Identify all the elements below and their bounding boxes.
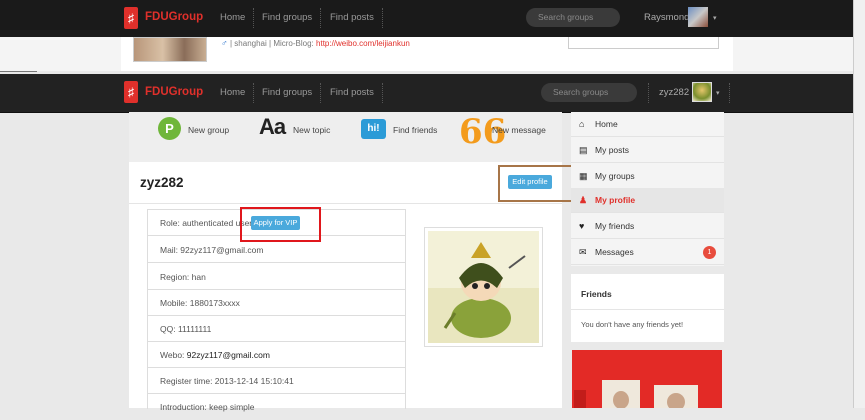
webo-value: 92zyz117@gmail.com (186, 350, 270, 360)
window-edge (853, 0, 865, 408)
divider (571, 309, 724, 310)
character-avatar-image (428, 231, 539, 343)
user-avatar[interactable] (688, 7, 708, 27)
nav-find-groups-link[interactable]: Find groups (262, 87, 312, 98)
annotation-highlight-vip (240, 207, 321, 242)
nav-divider (320, 8, 322, 28)
profile-qq-row: QQ: 11111111 (148, 316, 405, 342)
friends-panel: Friends You don't have any friends yet! (571, 274, 724, 342)
nav-home-link[interactable]: Home (220, 12, 245, 23)
sidebar-item-label: My groups (595, 171, 635, 181)
nav-find-posts-link[interactable]: Find posts (330, 87, 374, 98)
nav-find-posts-link[interactable]: Find posts (330, 12, 374, 23)
sidebar-nav: ⌂ Home ▤ My posts ▦ My groups ♟ My profile ♥… (571, 112, 724, 266)
register-text: Register time: 2013-12-14 15:10:41 (160, 376, 294, 386)
nav-home-link[interactable]: Home (220, 87, 245, 98)
new-topic-link[interactable]: New topic (293, 125, 330, 135)
envelope-icon: ✉ (579, 247, 587, 257)
nav-divider (382, 83, 384, 103)
new-message-link[interactable]: New message (492, 125, 546, 135)
location-text: shanghai (234, 39, 267, 48)
groups-icon: ▦ (579, 171, 588, 181)
sidebar-item-label: Home (595, 119, 618, 129)
microblog-label: Micro-Blog: (273, 39, 314, 48)
profile-username: zyz282 (140, 175, 184, 190)
nav-divider (253, 8, 255, 28)
sidebar-item-my-profile[interactable]: ♟ My profile (571, 188, 724, 213)
profile-register-row: Register time: 2013-12-14 15:10:41 (148, 368, 405, 394)
new-group-link[interactable]: New group (188, 125, 229, 135)
posts-icon: ▤ (579, 145, 588, 155)
profile-photo (424, 227, 543, 347)
profile-mobile-row: Mobile: 1880173xxxx (148, 290, 405, 316)
heart-icon: ♥ (579, 221, 585, 231)
sidebar-item-home[interactable]: ⌂ Home (571, 112, 724, 137)
find-friends-icon[interactable]: hi! (361, 119, 386, 139)
sidebar-item-label: My posts (595, 145, 630, 155)
background-input-box (568, 37, 719, 49)
chevron-down-icon[interactable]: ▾ (713, 14, 717, 22)
nav-divider (320, 83, 322, 103)
search-input[interactable]: Search groups (526, 8, 620, 27)
introduction-text: Introduction: keep simple (160, 402, 255, 412)
webo-label: Webo: (160, 350, 187, 360)
divider-line (0, 71, 37, 72)
region-text: Region: han (160, 272, 206, 282)
nav-username[interactable]: Raysmond (644, 12, 689, 23)
logo-icon[interactable]: ♯ (124, 7, 138, 29)
photo-image (572, 350, 722, 408)
separator: | (229, 39, 233, 48)
nav-divider (253, 83, 255, 103)
user-icon: ♟ (579, 195, 588, 205)
profile-info-line: ♂ | shanghai | Micro-Blog: http://weibo.… (221, 38, 410, 48)
find-friends-link[interactable]: Find friends (393, 125, 437, 135)
sidebar-item-label: My profile (595, 195, 636, 205)
nav-divider (382, 8, 384, 28)
nav-username[interactable]: zyz282 (659, 87, 689, 98)
user-avatar[interactable] (692, 82, 712, 102)
profile-introduction-row: Introduction: keep simple (148, 394, 405, 420)
microblog-link[interactable]: http://weibo.com/leijiankun (316, 39, 410, 48)
chevron-down-icon[interactable]: ▾ (716, 89, 720, 97)
new-group-icon[interactable]: P (158, 117, 181, 140)
sidebar-item-my-friends[interactable]: ♥ My friends (571, 214, 724, 239)
annotation-highlight-edit (498, 165, 574, 202)
sidebar-item-my-groups[interactable]: ▦ My groups (571, 164, 724, 189)
profile-region-row: Region: han (148, 264, 405, 290)
search-input[interactable]: Search groups (541, 83, 637, 102)
nav-divider (648, 83, 650, 103)
mobile-text: Mobile: 1880173xxxx (160, 298, 240, 308)
profile-webo-row: Webo: 92zyz117@gmail.com (148, 342, 405, 368)
mail-text: Mail: 92zyz117@gmail.com (160, 245, 264, 255)
sidebar-item-my-posts[interactable]: ▤ My posts (571, 138, 724, 163)
friends-title: Friends (581, 289, 612, 299)
brand-name[interactable]: FDUGroup (145, 11, 203, 23)
separator: | (269, 39, 272, 48)
brand-name[interactable]: FDUGroup (145, 86, 203, 98)
qq-text: QQ: 11111111 (160, 324, 212, 334)
home-icon: ⌂ (579, 119, 585, 129)
sidebar-item-messages[interactable]: ✉ Messages 1 (571, 240, 724, 265)
sidebar-photo (572, 350, 722, 408)
nav-divider (729, 83, 731, 103)
friends-empty-text: You don't have any friends yet! (581, 320, 684, 329)
profile-photo-thumbnail (133, 37, 207, 62)
new-topic-icon[interactable]: Aa (259, 114, 286, 140)
male-icon: ♂ (221, 38, 228, 48)
sidebar-item-label: My friends (595, 221, 635, 231)
role-text: Role: authenticated user (160, 218, 253, 228)
nav-find-groups-link[interactable]: Find groups (262, 12, 312, 23)
unread-count-badge: 1 (703, 246, 716, 259)
sidebar-item-label: Messages (595, 247, 634, 257)
logo-icon[interactable]: ♯ (124, 81, 138, 103)
